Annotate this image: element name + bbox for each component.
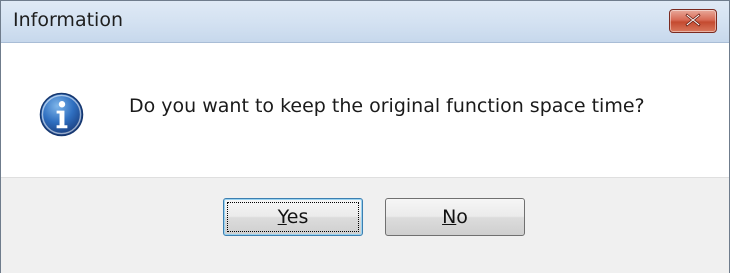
yes-button[interactable]: Yes [223,198,363,236]
no-button-label: No [442,206,468,228]
dialog-title: Information [13,9,123,31]
close-button[interactable] [669,9,717,33]
message-area: Do you want to keep the original functio… [1,43,729,177]
yes-button-label: Yes [277,206,309,228]
no-button[interactable]: No [385,198,525,236]
info-icon [39,92,84,137]
message-text: Do you want to keep the original functio… [129,95,645,117]
information-dialog: Information Do you want to keep the orig… [0,0,730,273]
close-icon [685,13,701,27]
button-bar: Yes No [1,177,729,273]
title-bar[interactable]: Information [1,1,729,43]
